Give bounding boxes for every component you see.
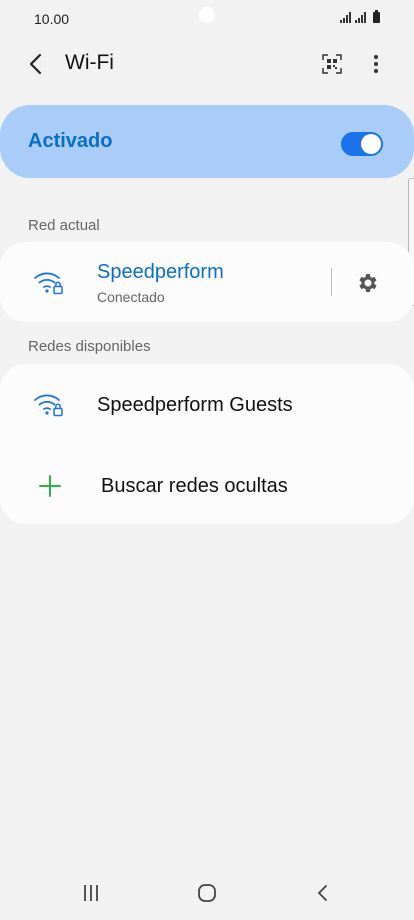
network-list-item[interactable]: Speedperform Guests xyxy=(0,364,414,444)
status-bar: 10.00 xyxy=(0,0,414,38)
wifi-toggle-label: Activado xyxy=(28,130,113,152)
home-button[interactable] xyxy=(190,878,224,908)
gear-icon xyxy=(359,274,377,292)
page-title: Wi-Fi xyxy=(65,51,114,74)
current-network-name: Speedperform xyxy=(97,261,224,283)
current-network-card[interactable]: Speedperform Conectado xyxy=(0,242,414,322)
nav-back-button[interactable] xyxy=(306,878,340,908)
wifi-switch[interactable] xyxy=(341,132,383,156)
battery-icon xyxy=(373,10,380,23)
network-settings-button[interactable] xyxy=(352,267,384,299)
status-time: 10.00 xyxy=(34,11,70,27)
network-name: Speedperform Guests xyxy=(97,394,293,416)
app-bar: Wi-Fi xyxy=(0,40,414,88)
divider xyxy=(331,268,332,296)
signal-icon xyxy=(355,12,366,23)
more-options-button[interactable] xyxy=(364,50,388,78)
status-icons xyxy=(340,10,380,23)
current-network-heading: Red actual xyxy=(28,217,100,234)
recents-icon xyxy=(84,885,98,901)
wifi-locked-icon xyxy=(34,394,63,417)
more-vert-icon xyxy=(374,55,378,73)
plus-icon xyxy=(39,475,61,497)
available-networks-card: Speedperform Guests Buscar redes ocultas xyxy=(0,364,414,524)
back-icon xyxy=(318,885,327,901)
navigation-bar xyxy=(0,866,414,920)
wifi-toggle-card[interactable]: Activado xyxy=(0,105,414,178)
available-networks-heading: Redes disponibles xyxy=(28,338,151,355)
signal-icon xyxy=(340,12,351,23)
recents-button[interactable] xyxy=(74,878,108,908)
home-icon xyxy=(198,884,216,902)
chevron-left-icon xyxy=(29,53,42,75)
qr-scan-icon xyxy=(322,54,342,74)
wifi-locked-icon xyxy=(34,272,63,295)
current-network-status: Conectado xyxy=(97,289,165,305)
back-button[interactable] xyxy=(20,48,52,80)
add-hidden-network-label: Buscar redes ocultas xyxy=(101,475,288,497)
qr-code-button[interactable] xyxy=(318,50,346,78)
camera-cutout xyxy=(199,7,215,23)
switch-knob xyxy=(361,134,381,154)
